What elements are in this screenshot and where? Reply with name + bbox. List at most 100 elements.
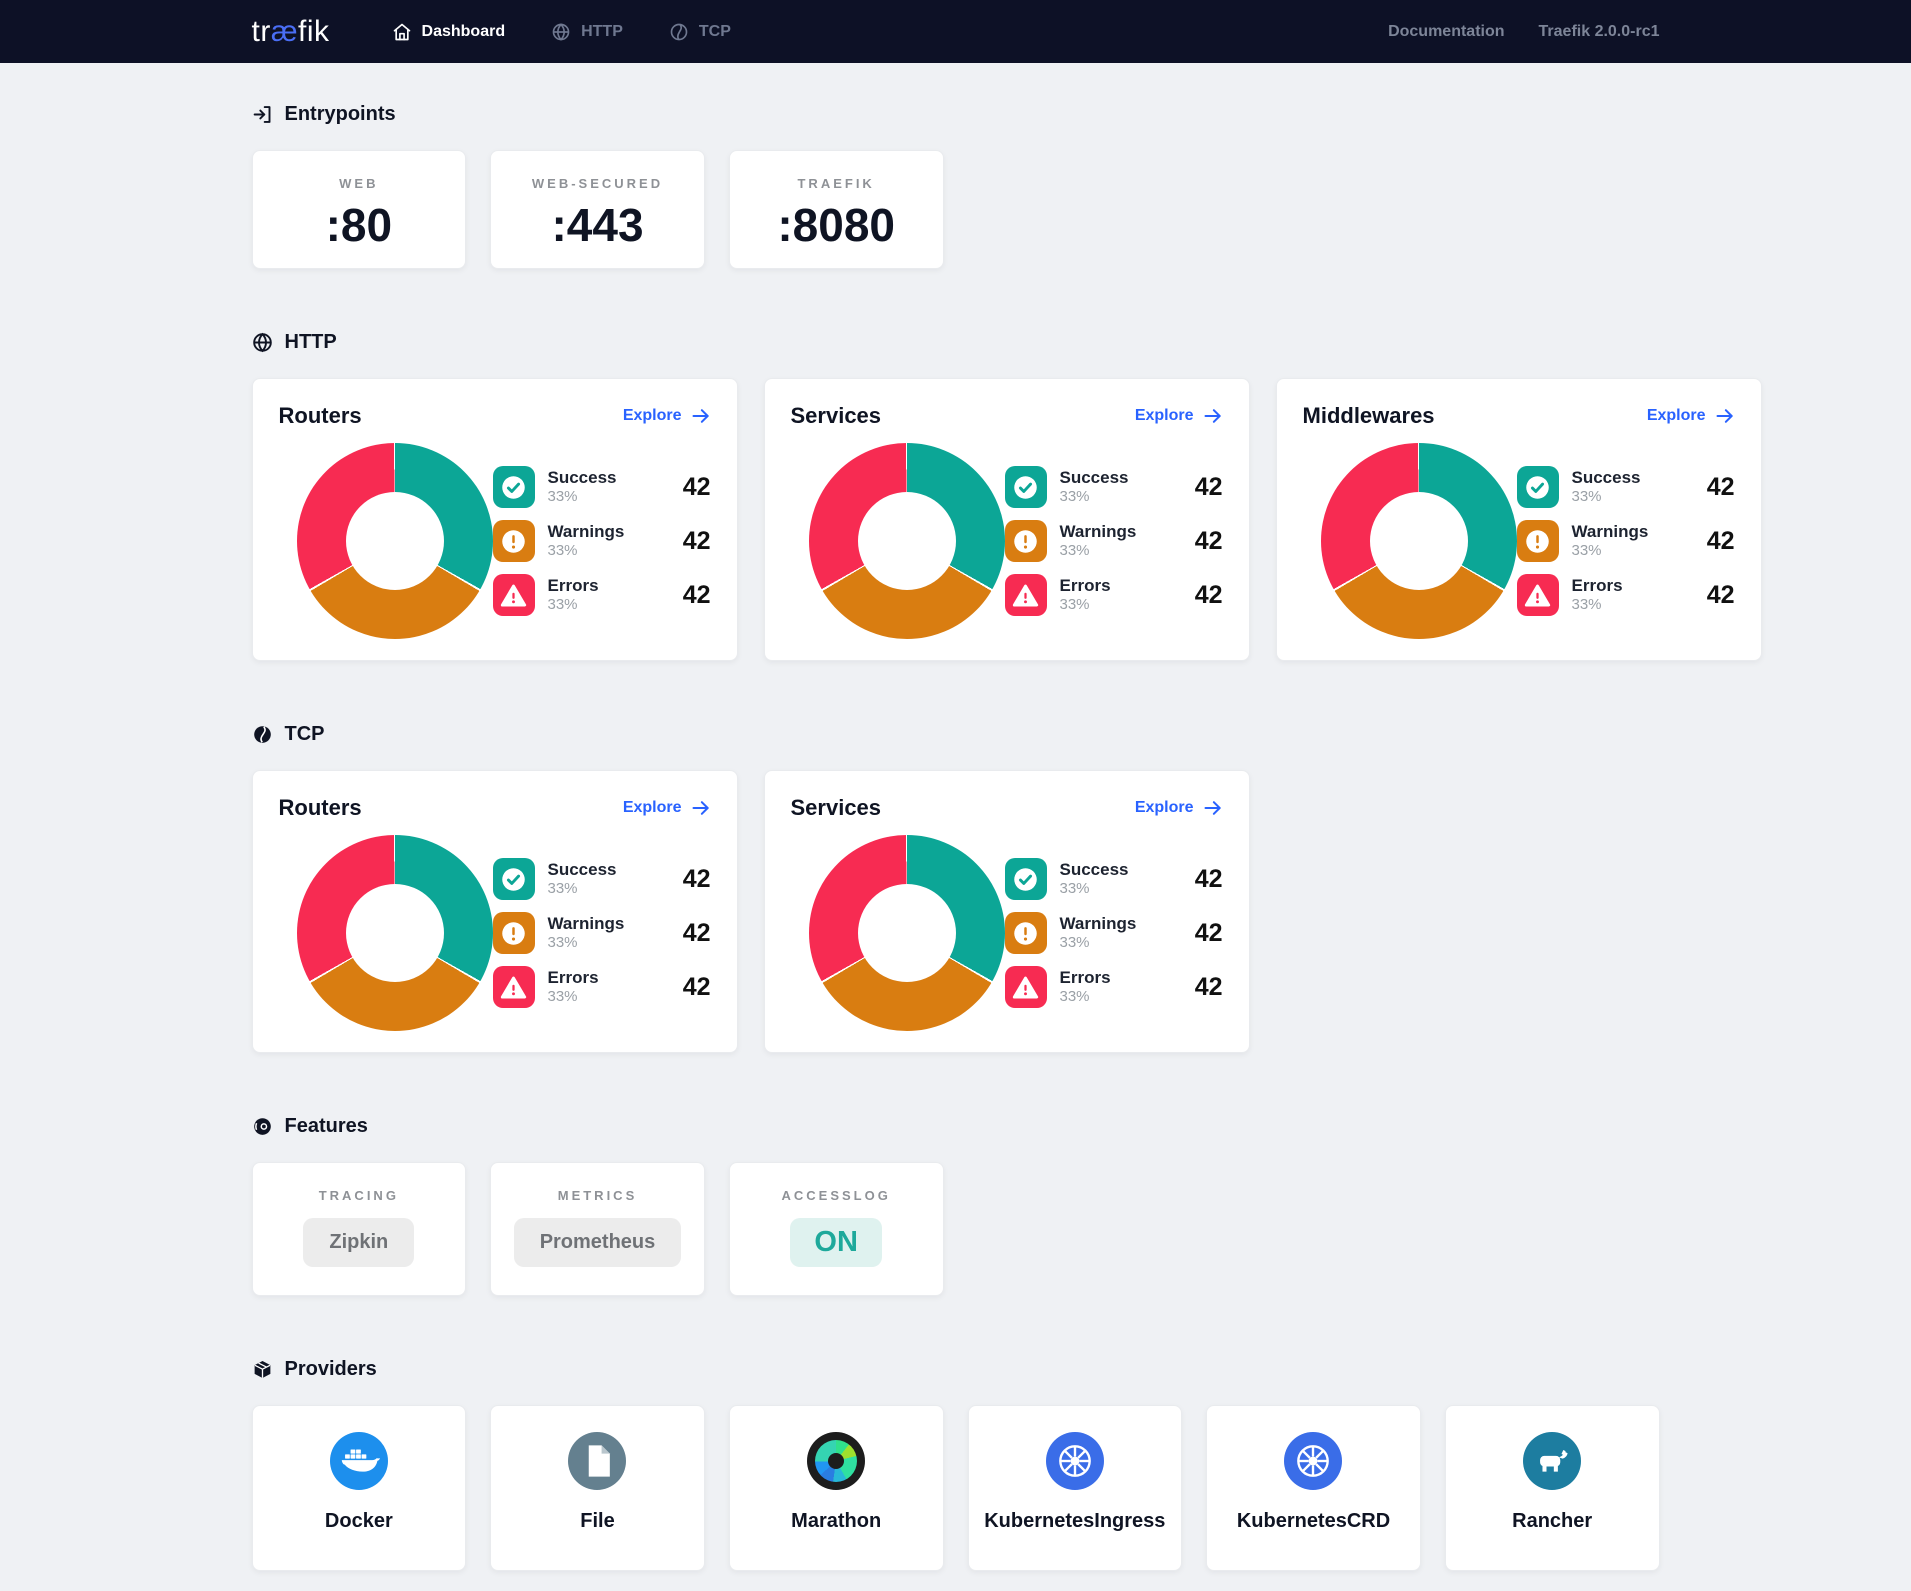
provider-card-file: File: [490, 1405, 705, 1571]
legend-value: 42: [683, 473, 711, 502]
nav-tcp[interactable]: TCP: [669, 22, 731, 42]
provider-card-kubernetescrd: KubernetesCRD: [1206, 1405, 1421, 1571]
explore-link[interactable]: Explore: [1135, 798, 1223, 818]
legend-value: 42: [683, 581, 711, 610]
package-icon: [252, 1359, 273, 1380]
feature-card-metrics: METRICS Prometheus: [490, 1162, 705, 1296]
file-icon: [568, 1432, 626, 1490]
provider-card-kubernetesingress: KubernetesIngress: [968, 1405, 1183, 1571]
check-circle-icon: [493, 466, 535, 508]
traefik-logo[interactable]: træfik: [252, 15, 330, 49]
legend-label: Errors: [1060, 575, 1111, 596]
legend-label: Success: [1060, 467, 1129, 488]
nav-label: TCP: [699, 23, 731, 41]
section-title: TCP: [285, 723, 325, 746]
warning-triangle-icon: [1517, 574, 1559, 616]
legend-label: Errors: [548, 575, 599, 596]
legend-row-success: Success33% 42: [1005, 466, 1223, 508]
explore-link[interactable]: Explore: [1647, 406, 1735, 426]
section-entrypoints-header: Entrypoints: [252, 103, 1660, 126]
features-grid: TRACING Zipkin METRICS Prometheus ACCESS…: [252, 1162, 1660, 1296]
version-label: Traefik 2.0.0-rc1: [1539, 23, 1660, 41]
legend-value: 42: [683, 973, 711, 1002]
legend-percent: 33%: [1060, 542, 1137, 561]
check-circle-icon: [1005, 466, 1047, 508]
explore-label: Explore: [623, 407, 682, 425]
kubernetes-icon: [1046, 1432, 1104, 1490]
legend-label: Errors: [548, 967, 599, 988]
entrypoint-port: :443: [491, 198, 704, 252]
legend-row-errors: Errors33% 42: [1517, 574, 1735, 616]
provider-card-marathon: Marathon: [729, 1405, 944, 1571]
donut-chart: [809, 835, 1005, 1031]
legend-label: Success: [1060, 859, 1129, 880]
provider-name: Rancher: [1446, 1510, 1659, 1533]
legend-percent: 33%: [548, 880, 617, 899]
exclamation-circle-icon: [1517, 520, 1559, 562]
legend-percent: 33%: [548, 542, 625, 561]
legend-value: 42: [1707, 581, 1735, 610]
legend-row-success: Success33% 42: [1517, 466, 1735, 508]
explore-link[interactable]: Explore: [623, 798, 711, 818]
legend-percent: 33%: [548, 934, 625, 953]
check-circle-icon: [493, 858, 535, 900]
http-services-card: Services Explore Success33% 42 War: [764, 378, 1250, 661]
section-tcp-header: TCP: [252, 723, 1660, 746]
feature-card-tracing: TRACING Zipkin: [252, 1162, 467, 1296]
provider-name: Docker: [253, 1510, 466, 1533]
http-middlewares-card: Middlewares Explore Success33% 42: [1276, 378, 1762, 661]
entrypoints-grid: WEB :80 WEB-SECURED :443 TRAEFIK :8080: [252, 150, 1660, 269]
nav-http[interactable]: HTTP: [551, 22, 623, 42]
entrypoint-port: :8080: [730, 198, 943, 252]
legend-label: Warnings: [548, 521, 625, 542]
explore-link[interactable]: Explore: [623, 406, 711, 426]
documentation-link[interactable]: Documentation: [1388, 23, 1504, 41]
arrow-right-icon: [1203, 406, 1223, 426]
warning-triangle-icon: [493, 966, 535, 1008]
tcp-grid: Routers Explore Success33% 42 Warn: [252, 770, 1660, 1053]
entrypoint-card-web-secured: WEB-SECURED :443: [490, 150, 705, 269]
legend-value: 42: [1195, 527, 1223, 556]
home-icon: [392, 22, 412, 42]
arrow-right-icon: [1203, 798, 1223, 818]
explore-label: Explore: [1647, 407, 1706, 425]
donut-chart: [297, 443, 493, 639]
card-title: Routers: [279, 403, 362, 429]
legend-value: 42: [1195, 973, 1223, 1002]
legend-percent: 33%: [1060, 988, 1111, 1007]
features-disc-icon: [252, 1116, 273, 1137]
legend-value: 42: [1707, 473, 1735, 502]
docker-icon: [330, 1432, 388, 1490]
legend-row-success: Success33% 42: [493, 466, 711, 508]
nav-dashboard[interactable]: Dashboard: [392, 22, 506, 42]
legend-row-warnings: Warnings33% 42: [1005, 520, 1223, 562]
chart-legend: Success33% 42 Warnings33% 42 Errors33% 4…: [1005, 858, 1223, 1008]
section-features-header: Features: [252, 1115, 1660, 1138]
chart-legend: Success33% 42 Warnings33% 42 Errors33% 4…: [1005, 466, 1223, 616]
section-title: Providers: [285, 1358, 377, 1381]
login-icon: [252, 104, 273, 125]
explore-label: Explore: [1135, 407, 1194, 425]
legend-value: 42: [1707, 527, 1735, 556]
legend-percent: 33%: [1572, 542, 1649, 561]
entrypoint-card-web: WEB :80: [252, 150, 467, 269]
legend-label: Warnings: [548, 913, 625, 934]
legend-value: 42: [1195, 919, 1223, 948]
legend-percent: 33%: [548, 988, 599, 1007]
arrow-right-icon: [691, 406, 711, 426]
legend-label: Success: [548, 467, 617, 488]
donut-chart: [1321, 443, 1517, 639]
explore-link[interactable]: Explore: [1135, 406, 1223, 426]
legend-percent: 33%: [1572, 596, 1623, 615]
feature-card-accesslog: ACCESSLOG ON: [729, 1162, 944, 1296]
legend-percent: 33%: [548, 488, 617, 507]
donut-chart: [297, 835, 493, 1031]
rancher-icon: [1523, 1432, 1581, 1490]
legend-percent: 33%: [1060, 596, 1111, 615]
card-title: Routers: [279, 795, 362, 821]
legend-row-warnings: Warnings33% 42: [493, 912, 711, 954]
entrypoint-port: :80: [253, 198, 466, 252]
legend-value: 42: [1195, 865, 1223, 894]
legend-label: Errors: [1572, 575, 1623, 596]
entrypoint-label: WEB: [253, 176, 466, 191]
